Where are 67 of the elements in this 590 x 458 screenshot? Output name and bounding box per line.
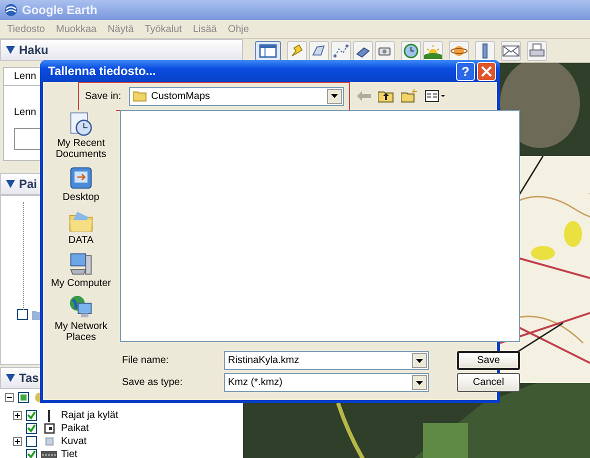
panel-title: Pai <box>19 177 38 191</box>
triangle-icon <box>6 180 15 188</box>
help-button[interactable]: ? <box>456 62 475 80</box>
layer-label[interactable]: Rajat ja kylät <box>61 410 118 421</box>
panel-title: Haku <box>19 43 48 57</box>
collapse-icon[interactable] <box>5 393 14 402</box>
path-icon[interactable] <box>331 40 351 60</box>
network-icon <box>68 294 94 320</box>
polygon-icon[interactable] <box>309 40 329 60</box>
ruler-icon[interactable] <box>475 40 495 60</box>
triangle-icon <box>6 46 15 54</box>
places-bar-item[interactable]: My Network Places <box>46 294 116 343</box>
file-type-label: Save as type: <box>122 377 184 388</box>
up-folder-icon[interactable] <box>378 90 394 102</box>
road-icon <box>41 450 57 458</box>
close-button[interactable] <box>477 62 496 80</box>
triangle-icon <box>6 374 15 382</box>
expand-icon[interactable] <box>13 437 22 446</box>
places-bar-item[interactable]: My Recent Documents <box>46 111 116 160</box>
desktop-icon <box>68 165 94 191</box>
checkbox[interactable] <box>18 392 29 403</box>
clock-document-icon <box>68 111 94 137</box>
save-button[interactable]: Save <box>457 351 520 370</box>
layer-label[interactable]: Kuvat <box>61 436 87 447</box>
photo-icon <box>44 437 54 446</box>
new-folder-icon[interactable] <box>401 89 418 103</box>
window-title: Google Earth <box>22 3 98 17</box>
dropdown-arrow-icon[interactable] <box>416 380 423 384</box>
planet-icon[interactable] <box>449 40 469 60</box>
checkbox[interactable] <box>26 449 37 458</box>
computer-icon <box>68 251 94 277</box>
checkbox[interactable] <box>17 309 28 320</box>
cancel-button[interactable]: Cancel <box>457 373 520 392</box>
panel-header[interactable]: Haku <box>0 39 243 61</box>
layer-label[interactable]: Paikat <box>61 423 89 434</box>
email-icon[interactable] <box>501 40 521 60</box>
square-icon <box>44 423 54 434</box>
layer-label[interactable]: Tiet <box>61 449 78 458</box>
places-bar-item[interactable]: My Computer <box>46 251 116 289</box>
dropdown-arrow-icon[interactable] <box>416 358 423 362</box>
folder-dropdown[interactable]: CustomMaps <box>129 86 344 106</box>
sunrise-icon[interactable] <box>423 40 443 60</box>
places-bar-item[interactable]: Desktop <box>46 165 116 203</box>
file-name-field[interactable]: RistinaKyla.kmz <box>224 351 429 370</box>
tab[interactable]: Lenn <box>3 67 42 85</box>
places-bar-item[interactable]: DATA <box>46 208 116 246</box>
folder-icon <box>133 90 148 102</box>
view-menu-icon[interactable] <box>425 90 446 102</box>
file-name-label: File name: <box>122 355 170 366</box>
image-overlay-icon[interactable] <box>353 40 373 60</box>
print-icon[interactable] <box>527 40 547 60</box>
checkbox[interactable] <box>26 423 37 434</box>
field-label: Lenn <box>14 107 36 118</box>
save-in-label: Save in: <box>85 90 122 102</box>
dialog-title: Tallenna tiedosto... <box>48 64 157 78</box>
expand-icon[interactable] <box>13 411 22 420</box>
clock-icon[interactable] <box>401 40 421 60</box>
checkbox[interactable] <box>26 410 37 421</box>
dropdown-arrow-icon[interactable] <box>331 94 338 98</box>
checkbox[interactable] <box>26 436 37 447</box>
camera-icon[interactable] <box>375 40 395 60</box>
file-type-dropdown[interactable]: Kmz (*.kmz) <box>224 373 429 392</box>
globe-icon <box>33 392 40 403</box>
globe-icon <box>4 3 18 17</box>
panel-title: Tas <box>19 371 39 385</box>
close-icon <box>481 66 492 76</box>
sidebar-toggle-button[interactable] <box>255 40 281 60</box>
